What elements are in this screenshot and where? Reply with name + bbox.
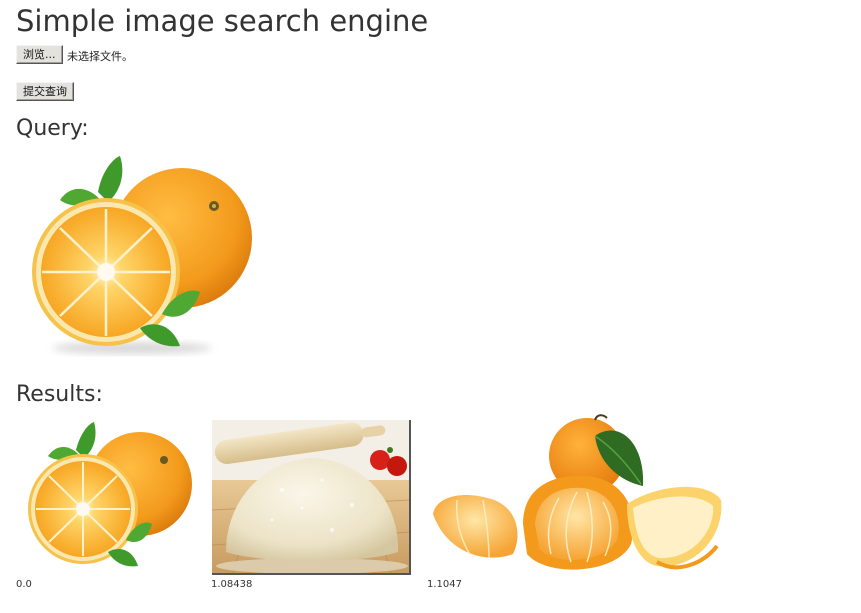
query-heading: Query: [16, 116, 89, 141]
query-image [22, 152, 254, 358]
dough-with-rolling-pin-image [212, 420, 411, 575]
file-status-text: 未选择文件。 [67, 50, 133, 63]
orange-with-half-slice-image [28, 422, 192, 567]
result-image [22, 420, 194, 570]
result-image [427, 414, 725, 578]
results-heading: Results: [16, 382, 103, 407]
result-image [212, 420, 411, 575]
result-score: 1.08438 [211, 579, 253, 590]
result-score: 1.1047 [427, 579, 462, 590]
result-score: 0.0 [16, 579, 32, 590]
browse-file-button[interactable]: 浏览... [16, 45, 63, 64]
orange-with-half-slice-image [32, 156, 252, 354]
peeled-tangerine-image [433, 414, 722, 570]
submit-query-button[interactable]: 提交查询 [16, 82, 74, 101]
page-title: Simple image search engine [16, 4, 429, 38]
